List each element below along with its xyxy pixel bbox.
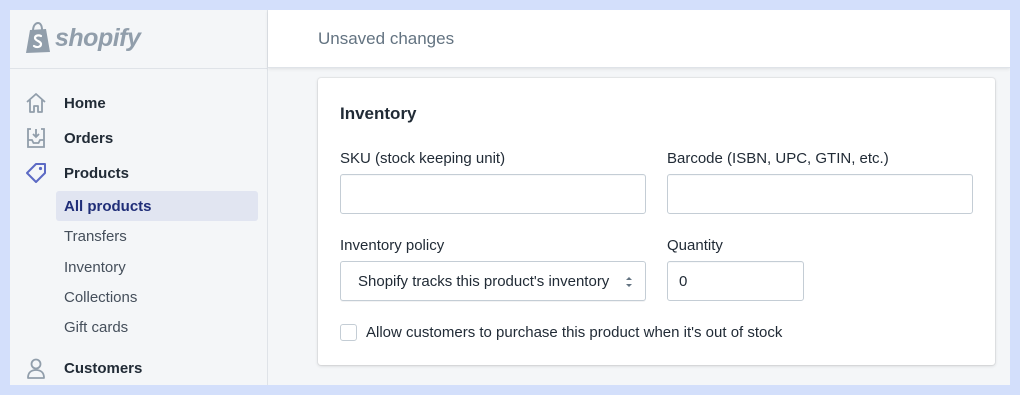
sidebar-item-orders[interactable]: Orders xyxy=(10,123,268,153)
home-icon xyxy=(26,93,46,113)
oversell-checkbox-label[interactable]: Allow customers to purchase this product… xyxy=(366,324,782,341)
sidebar-item-label: Customers xyxy=(64,359,143,377)
sidebar-subitem-transfers[interactable]: Transfers xyxy=(56,221,258,251)
app-window: shopify Home Orders Products All product… xyxy=(10,10,1010,385)
shopify-logo[interactable]: shopify xyxy=(24,22,141,54)
unsaved-changes-title: Unsaved changes xyxy=(318,29,455,48)
person-icon xyxy=(27,358,45,379)
inventory-card: Inventory SKU (stock keeping unit) Barco… xyxy=(318,78,995,365)
sidebar-subitem-label: Gift cards xyxy=(64,318,129,336)
inventory-policy-select[interactable]: Shopify tracks this product's inventory xyxy=(340,261,646,301)
sidebar-subitem-label: Collections xyxy=(64,288,138,306)
barcode-label: Barcode (ISBN, UPC, GTIN, etc.) xyxy=(667,150,889,167)
oversell-checkbox[interactable] xyxy=(340,324,357,341)
sidebar-subitem-inventory[interactable]: Inventory xyxy=(56,252,258,282)
inventory-policy-value: Shopify tracks this product's inventory xyxy=(358,272,610,290)
barcode-input[interactable] xyxy=(667,174,973,214)
sku-input[interactable] xyxy=(340,174,646,214)
quantity-label: Quantity xyxy=(667,237,723,254)
sidebar-item-products[interactable]: Products xyxy=(10,158,268,188)
sidebar-subitem-label: Inventory xyxy=(64,258,126,276)
sidebar: shopify Home Orders Products All product… xyxy=(10,10,268,385)
sidebar-divider xyxy=(10,68,268,69)
tag-icon xyxy=(26,163,46,183)
sidebar-item-label: Home xyxy=(64,94,106,112)
sidebar-subitem-collections[interactable]: Collections xyxy=(56,282,258,312)
shopify-bag-icon xyxy=(26,22,50,53)
sidebar-item-label: Products xyxy=(64,164,130,182)
sidebar-subitem-gift-cards[interactable]: Gift cards xyxy=(56,312,258,342)
sidebar-item-customers[interactable]: Customers xyxy=(10,353,268,383)
card-title: Inventory xyxy=(340,104,417,123)
inventory-policy-label: Inventory policy xyxy=(340,237,445,254)
top-bar: Unsaved changes xyxy=(268,10,1010,68)
sidebar-subitem-label: All products xyxy=(64,197,152,215)
sku-label: SKU (stock keeping unit) xyxy=(340,150,506,167)
sidebar-item-label: Orders xyxy=(64,129,114,147)
sidebar-subitem-label: Transfers xyxy=(64,227,127,245)
quantity-input[interactable] xyxy=(667,261,804,301)
sidebar-item-home[interactable]: Home xyxy=(10,88,268,118)
brand-name: shopify xyxy=(55,23,141,52)
orders-inbox-icon xyxy=(27,128,45,148)
select-arrows-icon xyxy=(626,277,632,287)
sidebar-subitem-all-products[interactable]: All products xyxy=(56,191,258,221)
